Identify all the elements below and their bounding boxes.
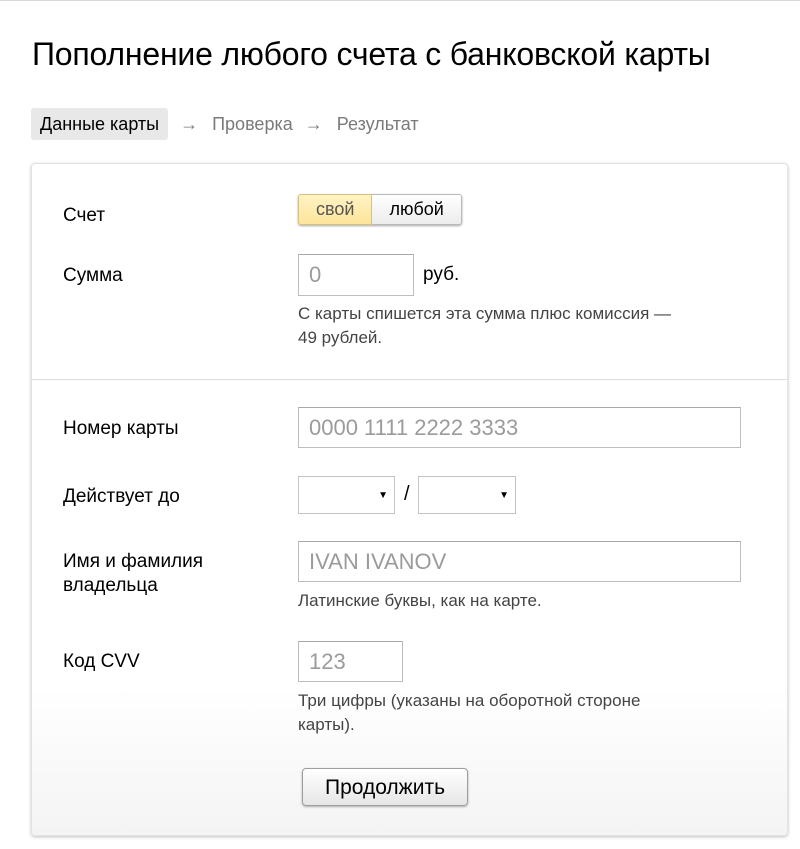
top-border: [0, 0, 800, 1]
card-number-placeholder: 0000 1111 2222 3333: [309, 414, 519, 440]
cvv-hint-line1: Три цифры (указаны на оборотной стороне: [298, 691, 641, 710]
holder-name-placeholder: IVAN IVANOV: [309, 548, 447, 574]
expiry-year-select[interactable]: ▼: [418, 476, 516, 514]
holder-hint: Латинские буквы, как на карте.: [298, 591, 542, 610]
continue-button[interactable]: Продолжить: [302, 768, 468, 806]
amount-placeholder: 0: [309, 262, 322, 287]
cvv-hint-line2: карты).: [298, 715, 355, 734]
step-arrow-icon: →: [180, 113, 199, 134]
cvv-label: Код CVV: [63, 651, 140, 672]
step-result: Результат: [336, 113, 419, 134]
progress-steps: Данные карты → Проверка → Результат: [31, 108, 419, 140]
card-number-label: Номер карты: [63, 418, 179, 439]
expiry-label: Действует до: [63, 486, 180, 507]
amount-hint-line2: 49 рублей.: [298, 328, 383, 347]
expiry-month-select[interactable]: ▼: [298, 476, 395, 514]
section-divider: [32, 379, 787, 380]
step-card-data: Данные карты: [31, 108, 169, 140]
account-own-button[interactable]: свой: [298, 194, 373, 225]
account-label: Счет: [63, 205, 106, 226]
holder-name-input[interactable]: IVAN IVANOV: [298, 541, 741, 582]
holder-label-line2: владельца: [63, 575, 158, 596]
amount-hint-line1: С карты спишется эта сумма плюс комиссия…: [298, 304, 672, 323]
expiry-separator: /: [404, 483, 410, 505]
chevron-down-icon: ▼: [499, 490, 509, 501]
step-arrow-icon: →: [304, 113, 323, 134]
account-any-button[interactable]: любой: [372, 194, 462, 225]
step-verification: Проверка: [212, 113, 293, 134]
cvv-placeholder: 123: [309, 648, 346, 674]
holder-label-line1: Имя и фамилия: [63, 551, 204, 572]
card-number-input[interactable]: 0000 1111 2222 3333: [298, 407, 741, 448]
cvv-input[interactable]: 123: [298, 641, 403, 682]
chevron-down-icon: ▼: [378, 490, 388, 501]
account-toggle: свой любой: [298, 194, 462, 225]
payment-form: Счет свой любой Сумма 0 руб. С карты спи…: [31, 163, 788, 836]
amount-unit: руб.: [423, 264, 460, 285]
amount-input[interactable]: 0: [298, 254, 414, 296]
amount-label: Сумма: [63, 265, 123, 286]
page-title: Пополнение любого счета с банковской кар…: [32, 36, 711, 72]
